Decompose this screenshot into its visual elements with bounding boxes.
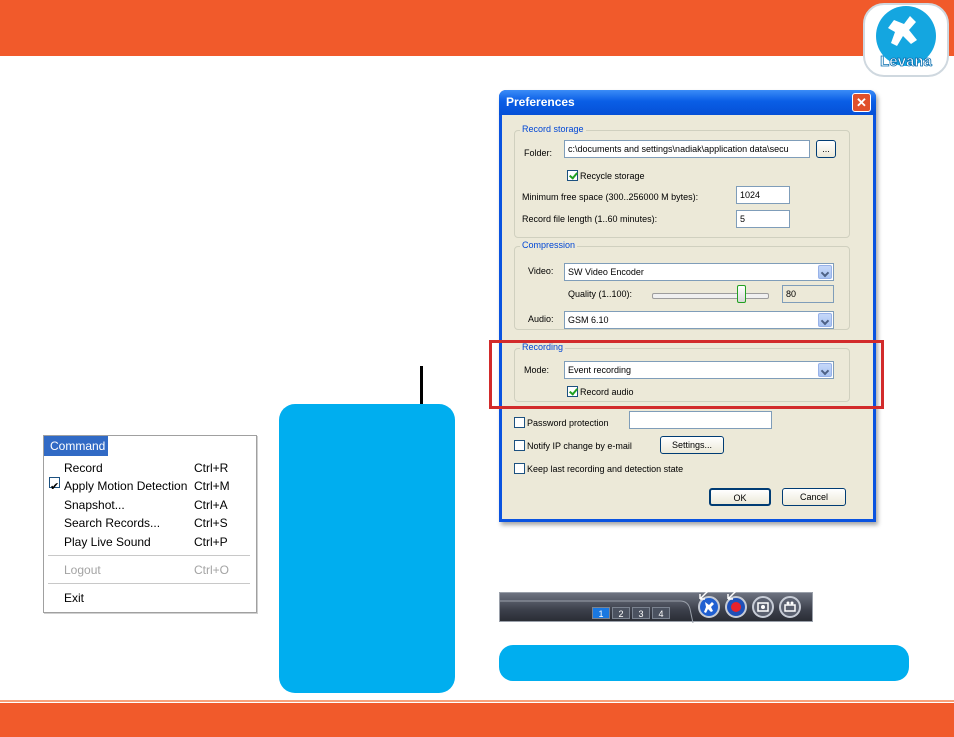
quality-value: 80 (782, 285, 834, 303)
dialog-titlebar[interactable]: Preferences ✕ (499, 90, 876, 115)
record-file-length-input[interactable]: 5 (736, 210, 790, 228)
menu-separator (48, 583, 250, 585)
menu-item-snapshot[interactable]: Snapshot... Ctrl+A (44, 496, 254, 514)
menu-item-shortcut: Ctrl+R (194, 461, 229, 475)
cancel-button[interactable]: Cancel (782, 488, 846, 506)
min-free-space-input[interactable]: 1024 (736, 186, 790, 204)
password-protection-checkbox[interactable] (514, 417, 525, 428)
menu-item-logout[interactable]: Logout Ctrl+O (44, 561, 254, 579)
menu-separator (48, 555, 250, 557)
menu-item-label: Play Live Sound (64, 535, 151, 549)
pointer-arrows-icon (699, 590, 737, 600)
menu-item-label: Record (64, 461, 103, 475)
search-records-icon[interactable] (779, 596, 801, 618)
menu-item-record[interactable]: Record Ctrl+R (44, 459, 254, 477)
menu-item-label: Apply Motion Detection (64, 479, 188, 493)
menu-item-exit[interactable]: Exit (44, 589, 254, 607)
levana-logo: Levana (863, 3, 949, 77)
video-encoder-value: SW Video Encoder (568, 267, 644, 277)
audio-codec-select[interactable]: GSM 6.10 (564, 311, 834, 329)
callout-panel (279, 404, 455, 693)
command-menu: Command Record Ctrl+R ✔ Apply Motion Det… (43, 435, 257, 613)
recording-highlight-frame (489, 340, 884, 409)
video-label: Video: (528, 266, 554, 276)
group-title: Compression (520, 240, 578, 250)
menu-item-shortcut: Ctrl+O (194, 563, 230, 577)
quality-slider-track[interactable] (652, 293, 769, 299)
callout-connector (420, 366, 423, 408)
audio-label: Audio: (528, 314, 554, 324)
recycle-storage-checkbox[interactable] (567, 170, 578, 181)
tab-camera-3[interactable]: 3 (632, 607, 650, 619)
folder-label: Folder: (524, 148, 553, 158)
tab-camera-4[interactable]: 4 (652, 607, 670, 619)
browse-folder-button[interactable]: ... (816, 140, 836, 158)
caption-bar (499, 645, 909, 681)
notify-ip-label: Notify IP change by e-mail (527, 441, 632, 451)
chevron-down-icon (818, 265, 832, 279)
dialog-body: Record storage Folder: c:\documents and … (502, 115, 873, 519)
menu-item-search-records[interactable]: Search Records... Ctrl+S (44, 514, 254, 532)
min-free-space-label: Minimum free space (300..256000 M bytes)… (522, 192, 699, 202)
menu-item-shortcut: Ctrl+S (194, 516, 228, 530)
menu-item-shortcut: Ctrl+P (194, 535, 228, 549)
menu-item-shortcut: Ctrl+M (194, 479, 230, 493)
tab-camera-2[interactable]: 2 (612, 607, 630, 619)
close-icon[interactable]: ✕ (852, 93, 871, 112)
chevron-down-icon (818, 313, 832, 327)
menu-item-apply-motion-detection[interactable]: ✔ Apply Motion Detection Ctrl+M (44, 477, 254, 495)
ok-button[interactable]: OK (709, 488, 771, 506)
menu-item-label: Search Records... (64, 516, 161, 530)
quality-label: Quality (1..100): (568, 289, 633, 299)
menu-item-label: Logout (64, 563, 101, 577)
video-encoder-select[interactable]: SW Video Encoder (564, 263, 834, 281)
footer-bar (0, 703, 954, 737)
command-menu-title[interactable]: Command (44, 436, 108, 456)
keep-last-state-checkbox[interactable] (514, 463, 525, 474)
notify-ip-checkbox[interactable] (514, 440, 525, 451)
record-file-length-label: Record file length (1..60 minutes): (522, 214, 658, 224)
email-settings-button[interactable]: Settings... (660, 436, 724, 454)
password-input[interactable] (629, 411, 772, 429)
menu-item-shortcut: Ctrl+A (194, 498, 228, 512)
viewer-toolbar: 1 2 3 4 (499, 590, 813, 623)
password-protection-label: Password protection (527, 418, 609, 428)
footer-divider (0, 700, 954, 702)
checkmark-icon: ✔ (49, 477, 60, 493)
keep-last-state-label: Keep last recording and detection state (527, 464, 684, 474)
folder-input[interactable]: c:\documents and settings\nadiak\applica… (564, 140, 810, 158)
menu-item-label: Exit (64, 591, 85, 605)
audio-codec-value: GSM 6.10 (568, 315, 609, 325)
header-bar (0, 0, 954, 56)
preferences-dialog: Preferences ✕ Record storage Folder: c:\… (499, 90, 876, 522)
dialog-title: Preferences (506, 95, 575, 109)
recycle-storage-label: Recycle storage (580, 171, 645, 181)
tab-camera-1[interactable]: 1 (592, 607, 610, 619)
logo-text: Levana (880, 53, 932, 70)
group-title: Record storage (520, 124, 586, 134)
menu-item-label: Snapshot... (64, 498, 125, 512)
quality-slider-thumb[interactable] (736, 285, 746, 303)
menu-item-play-live-sound[interactable]: Play Live Sound Ctrl+P (44, 533, 254, 551)
